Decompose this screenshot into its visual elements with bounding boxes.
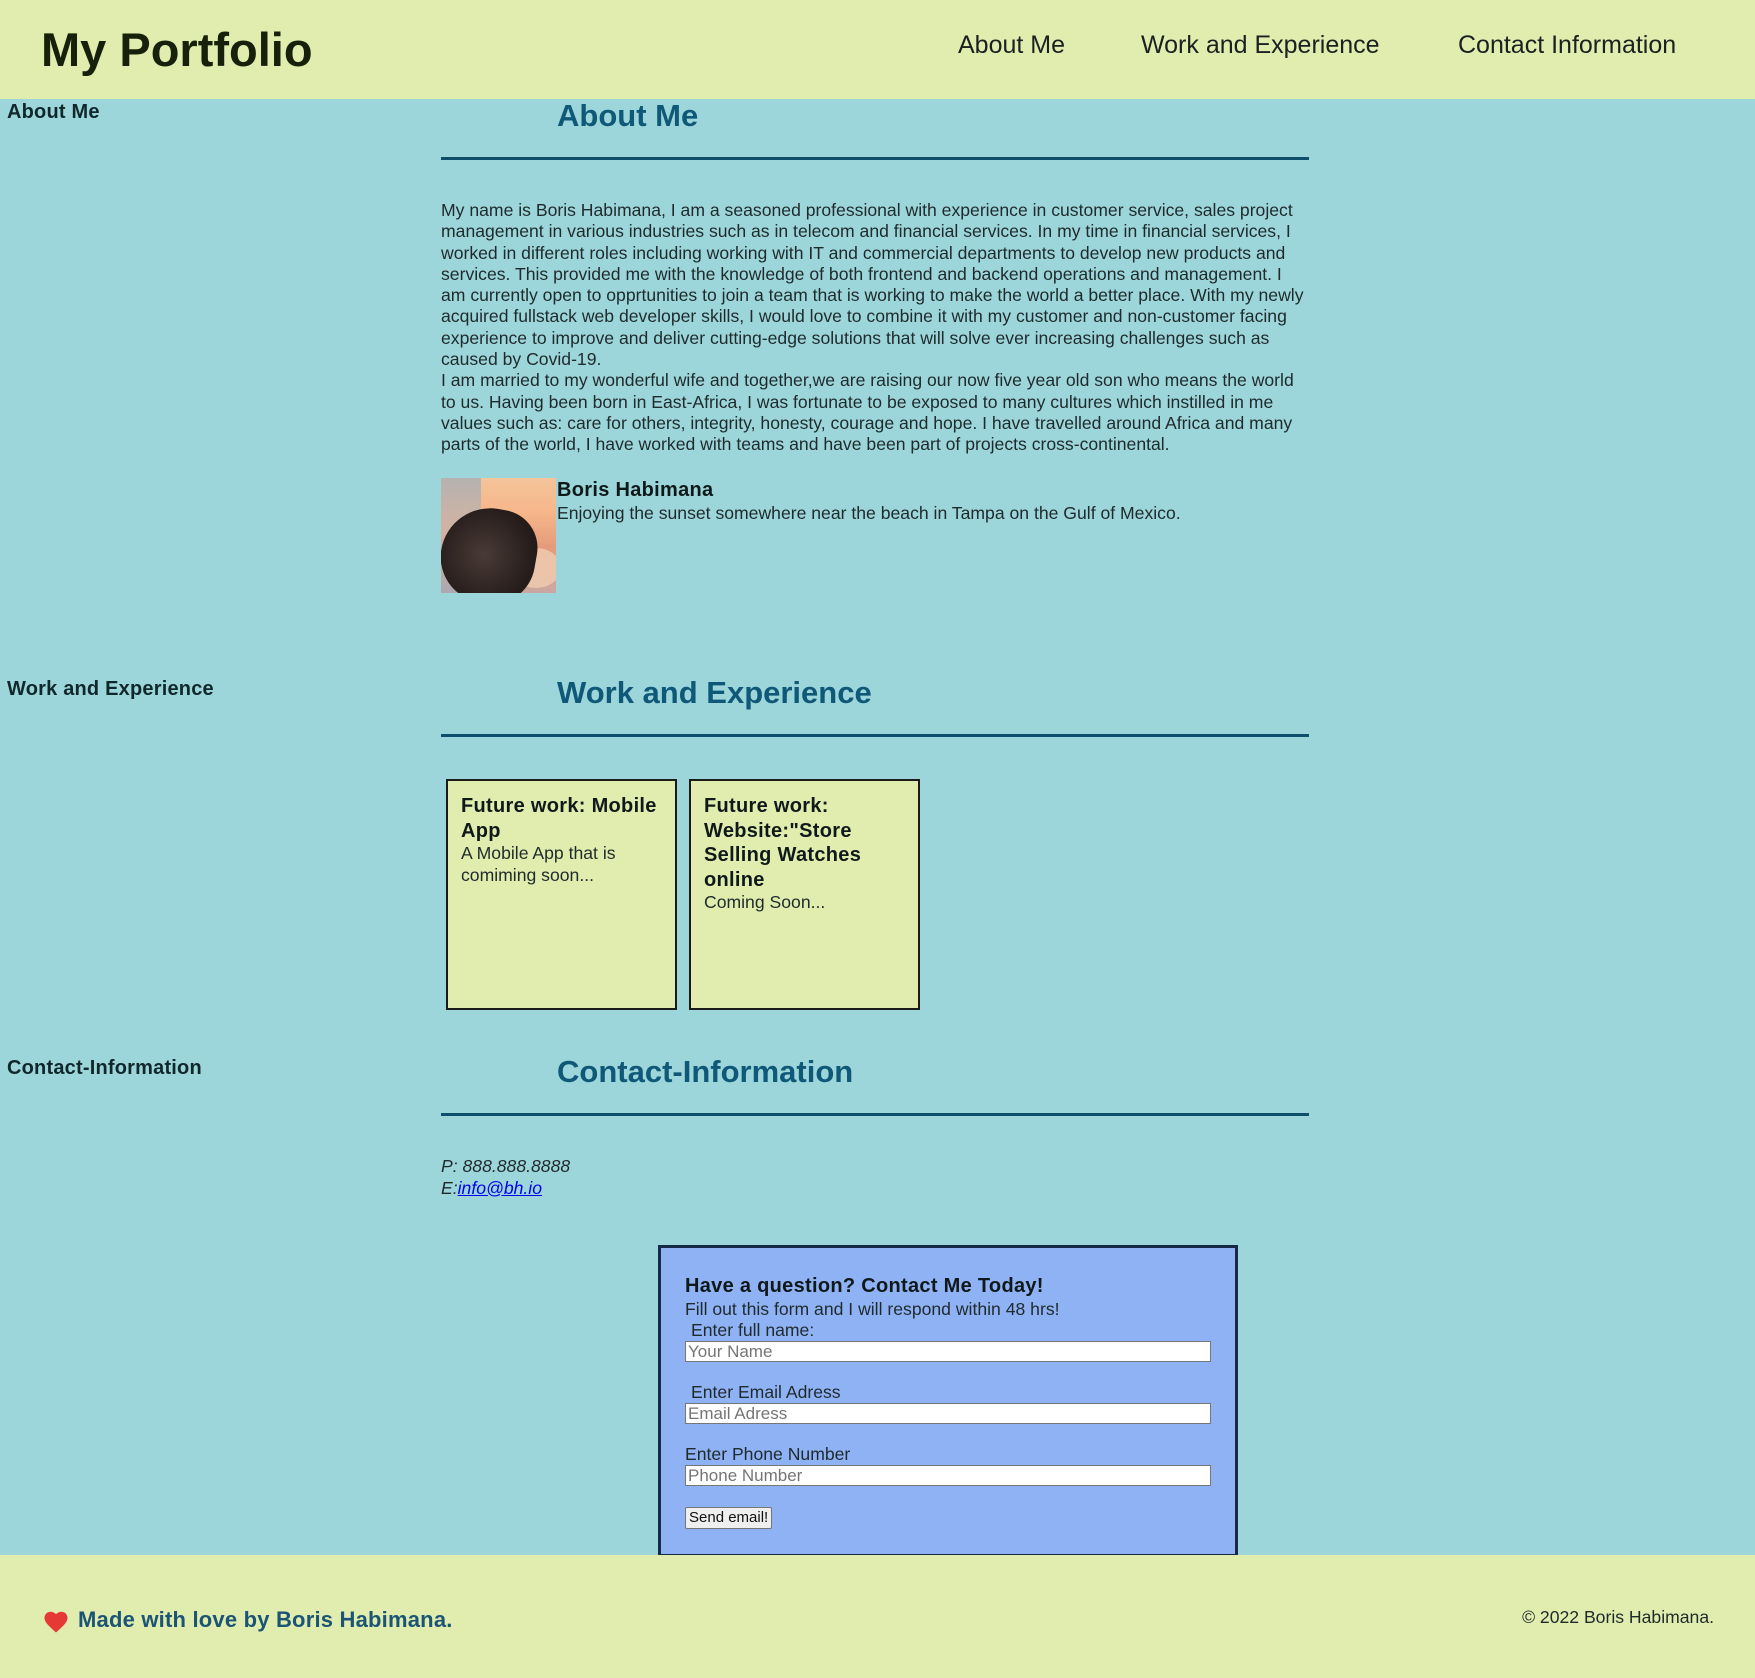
work-card-title: Future work: Website:"Store Selling Watc… [704,794,914,914]
contact-divider [441,1113,1309,1116]
work-card-description: A Mobile App that is comiming soon... [461,843,616,885]
footer-made-with-love: Made with love by Boris Habimana. [78,1607,453,1632]
email-field-label: Enter Email Adress [691,1382,841,1402]
contact-form: Have a question? Contact Me Today! Fill … [658,1245,1238,1557]
photo-caption-name: Boris Habimana [557,479,714,501]
contact-heading: Contact-Information [557,1054,854,1089]
contact-details: P: 888.888.8888 E:info@bh.io [441,1156,570,1199]
site-title: My Portfolio [41,23,313,76]
work-card-description: Coming Soon... [704,892,826,912]
contact-email-link[interactable]: info@bh.io [458,1178,542,1198]
name-input[interactable] [685,1341,1211,1362]
contact-phone: P: 888.888.8888 [441,1156,571,1176]
about-paragraph-1: My name is Boris Habimana, I am a season… [441,200,1304,370]
about-side-label: About Me [7,101,100,123]
work-card-title: Future work: Mobile App A Mobile App tha… [461,794,671,886]
photo-caption-text: Enjoying the sunset somewhere near the b… [557,503,1181,523]
send-email-button[interactable]: Send email! [685,1507,773,1529]
about-heading: About Me [557,98,699,133]
email-input[interactable] [685,1403,1211,1424]
profile-photo [441,478,556,593]
work-divider [441,734,1309,737]
contact-email-line: E:info@bh.io [441,1177,543,1198]
contact-side-label: Contact-Information [7,1057,202,1079]
form-title: Have a question? Contact Me Today! [685,1275,1044,1297]
phone-field-label: Enter Phone Number [685,1444,851,1464]
work-side-label: Work and Experience [7,678,214,700]
about-text: My name is Boris Habimana, I am a season… [441,200,1311,456]
form-subtitle: Fill out this form and I will respond wi… [685,1299,1060,1319]
name-field-label: Enter full name: [691,1320,815,1340]
site-header: My Portfolio About Me Work and Experienc… [0,0,1755,99]
nav-link-work[interactable]: Work and Experience [1141,30,1380,60]
phone-input[interactable] [685,1465,1211,1486]
nav-link-about[interactable]: About Me [958,30,1065,60]
heart-icon [44,1611,68,1633]
work-card-website[interactable]: Future work: Website:"Store Selling Watc… [689,779,920,1010]
site-footer: Made with love by Boris Habimana. © 2022… [0,1555,1755,1678]
nav-link-contact[interactable]: Contact Information [1458,30,1676,60]
work-heading: Work and Experience [557,675,872,710]
about-paragraph-2: I am married to my wonderful wife and to… [441,370,1294,455]
work-card-mobile-app[interactable]: Future work: Mobile App A Mobile App tha… [446,779,677,1010]
footer-copyright: © 2022 Boris Habimana. [1522,1607,1714,1627]
about-divider [441,157,1309,160]
